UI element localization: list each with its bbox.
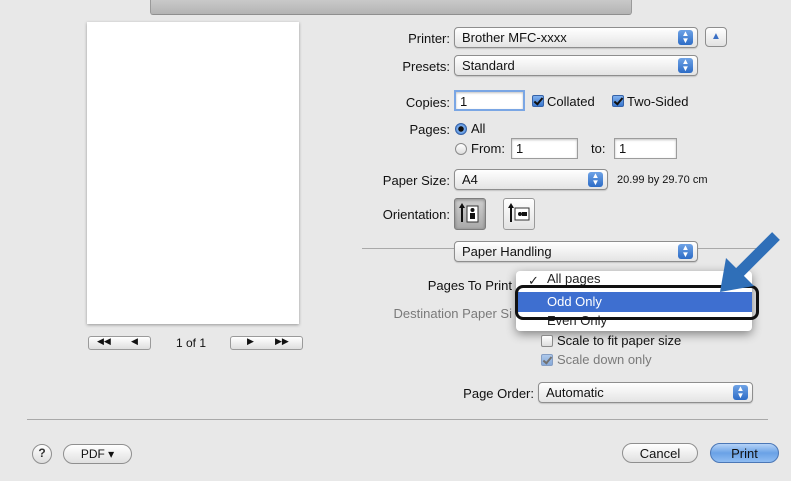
- pages-to-print-label: Pages To Print: [427, 278, 512, 293]
- page-preview: [87, 22, 299, 324]
- pages-all-label: All: [471, 121, 486, 136]
- pages-from-label: From:: [471, 141, 505, 156]
- printer-value: Brother MFC-xxxx: [462, 30, 567, 45]
- disclosure-triangle-icon: ▲: [711, 31, 721, 42]
- printer-popup[interactable]: Brother MFC-xxxx ▲ ▼: [454, 27, 698, 48]
- presets-popup[interactable]: Standard ▲ ▼: [454, 55, 698, 76]
- orientation-label: Orientation:: [382, 207, 450, 222]
- section-popup-value: Paper Handling: [462, 244, 552, 259]
- pages-from-radio[interactable]: [455, 143, 467, 155]
- pager-back-button[interactable]: ◀◀ ◀: [88, 336, 151, 350]
- copies-field[interactable]: 1: [454, 90, 525, 111]
- presets-value: Standard: [462, 58, 515, 73]
- paper-size-popup[interactable]: A4 ▲ ▼: [454, 169, 608, 190]
- collated-checkbox[interactable]: [532, 95, 544, 107]
- page-order-value: Automatic: [546, 385, 604, 400]
- page-indicator: 1 of 1: [176, 336, 207, 350]
- paper-size-label: Paper Size:: [382, 173, 450, 188]
- first-page-icon: ◀◀: [97, 336, 111, 346]
- orientation-landscape-button[interactable]: [503, 198, 535, 230]
- two-sided-label: Two-Sided: [627, 94, 689, 109]
- help-icon: ?: [38, 446, 46, 460]
- printer-info-disclosure-button[interactable]: ▲: [705, 27, 727, 47]
- pages-label: Pages:: [409, 122, 450, 137]
- print-button[interactable]: Print: [710, 443, 779, 463]
- destination-paper-size-label: Destination Paper Si: [393, 306, 512, 321]
- last-page-icon: ▶▶: [275, 336, 289, 346]
- scale-down-only-label: Scale down only: [557, 352, 652, 367]
- presets-label: Presets:: [402, 59, 450, 74]
- paper-dimensions: 20.99 by 29.70 cm: [617, 174, 708, 186]
- section-popup[interactable]: Paper Handling ▲ ▼: [454, 241, 698, 262]
- popup-stepper-icon: ▲ ▼: [678, 58, 693, 73]
- footer-divider: [27, 419, 768, 420]
- popup-stepper-icon: ▲ ▼: [678, 30, 693, 45]
- orientation-portrait-button[interactable]: [454, 198, 486, 230]
- pdf-button[interactable]: PDF ▾: [63, 444, 132, 464]
- prev-page-icon: ◀: [131, 336, 138, 346]
- popup-stepper-icon: ▲ ▼: [678, 244, 693, 259]
- copies-label: Copies:: [405, 95, 450, 110]
- landscape-icon: [508, 203, 530, 222]
- page-order-label: Page Order:: [463, 386, 534, 401]
- scale-to-fit-label: Scale to fit paper size: [557, 333, 682, 348]
- toolbar-strip: [150, 0, 632, 15]
- scale-to-fit-checkbox[interactable]: [541, 335, 553, 347]
- popup-stepper-icon: ▲ ▼: [588, 172, 603, 187]
- pager-forward-button[interactable]: ▶ ▶▶: [230, 336, 303, 350]
- help-button[interactable]: ?: [32, 444, 52, 464]
- pages-to-field[interactable]: 1: [614, 138, 677, 159]
- popup-stepper-icon: ▲ ▼: [733, 385, 748, 400]
- collated-label: Collated: [547, 94, 595, 109]
- paper-size-value: A4: [462, 172, 478, 187]
- pages-all-radio[interactable]: [455, 123, 467, 135]
- callout-arrow-icon: [720, 232, 780, 292]
- pages-from-field[interactable]: 1: [511, 138, 578, 159]
- cancel-button[interactable]: Cancel: [622, 443, 698, 463]
- next-page-icon: ▶: [247, 336, 254, 346]
- two-sided-checkbox[interactable]: [612, 95, 624, 107]
- scale-down-only-checkbox[interactable]: [541, 354, 553, 366]
- printer-label: Printer:: [408, 31, 450, 46]
- page-order-popup[interactable]: Automatic ▲ ▼: [538, 382, 753, 403]
- portrait-icon: [459, 203, 479, 223]
- pages-to-label: to:: [591, 141, 606, 156]
